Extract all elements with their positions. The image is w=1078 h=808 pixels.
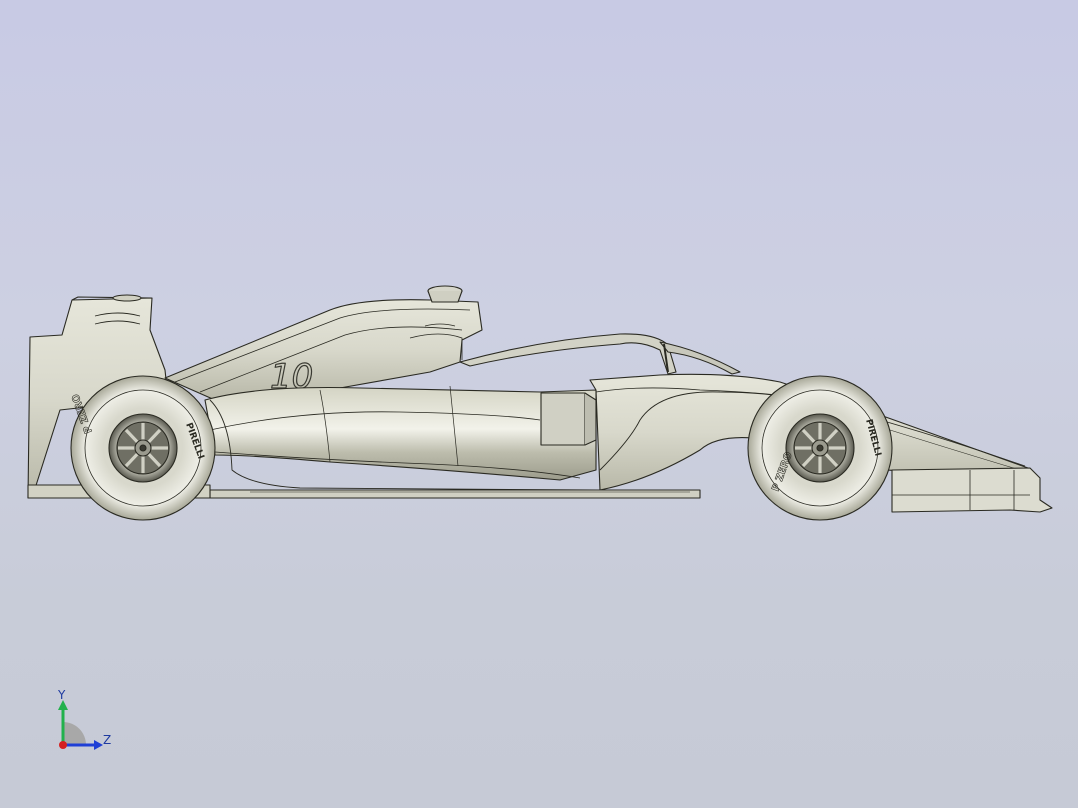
floor-plank <box>209 489 701 499</box>
viewport-canvas[interactable]: 10 PIRELLI P ZERO PIRELLI P ZERO Y Z <box>0 0 1078 808</box>
x-axis-dot <box>59 741 67 749</box>
orientation-triad: Y Z <box>57 688 111 750</box>
front-wheel: PIRELLI P ZERO <box>747 375 893 521</box>
halo <box>459 333 677 375</box>
front-wing <box>891 467 1053 513</box>
sidepod <box>204 386 597 481</box>
engine-cover <box>164 299 483 401</box>
triad-z-label: Z <box>103 733 111 747</box>
graphics-viewport[interactable]: 10 PIRELLI P ZERO PIRELLI P ZERO Y Z <box>0 0 1078 808</box>
triad-y-label: Y <box>57 688 66 702</box>
triad-quadrant <box>63 722 86 745</box>
rear-wheel: PIRELLI P ZERO <box>70 375 216 521</box>
f1-car-model[interactable]: 10 PIRELLI P ZERO PIRELLI P ZERO <box>27 285 1053 521</box>
z-axis-arrowhead <box>94 740 103 750</box>
side-intake <box>540 392 586 446</box>
